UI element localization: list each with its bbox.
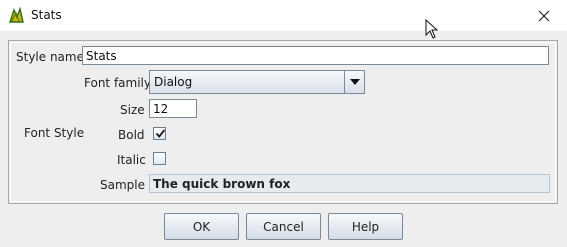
- check-icon: [155, 129, 166, 138]
- font-style-label: Font Style: [24, 126, 85, 140]
- italic-checkbox[interactable]: [153, 152, 166, 165]
- size-label: Size: [120, 103, 145, 117]
- style-name-label: Style name: [16, 50, 84, 64]
- cursor-icon: [425, 19, 439, 39]
- title-bar: Stats: [0, 0, 567, 39]
- close-icon: [538, 10, 550, 21]
- ok-button[interactable]: OK: [164, 213, 239, 240]
- cancel-button[interactable]: Cancel: [246, 213, 321, 240]
- size-field[interactable]: [149, 99, 197, 118]
- font-family-value: Dialog: [154, 75, 193, 89]
- font-family-label: Font family: [84, 76, 151, 90]
- bold-checkbox[interactable]: [153, 127, 166, 140]
- window-title: Stats: [31, 8, 62, 22]
- close-button[interactable]: [521, 0, 567, 31]
- font-family-select[interactable]: Dialog: [149, 70, 365, 94]
- sample-label: Sample: [100, 178, 145, 192]
- chevron-down-icon: [349, 79, 360, 85]
- sample-preview: The quick brown fox: [149, 174, 550, 193]
- italic-label: Italic: [117, 153, 146, 167]
- style-name-field[interactable]: [82, 46, 549, 65]
- app-icon: [9, 7, 24, 23]
- help-button[interactable]: Help: [328, 213, 403, 240]
- bold-label: Bold: [118, 128, 145, 142]
- font-family-dropdown-button[interactable]: [344, 71, 364, 93]
